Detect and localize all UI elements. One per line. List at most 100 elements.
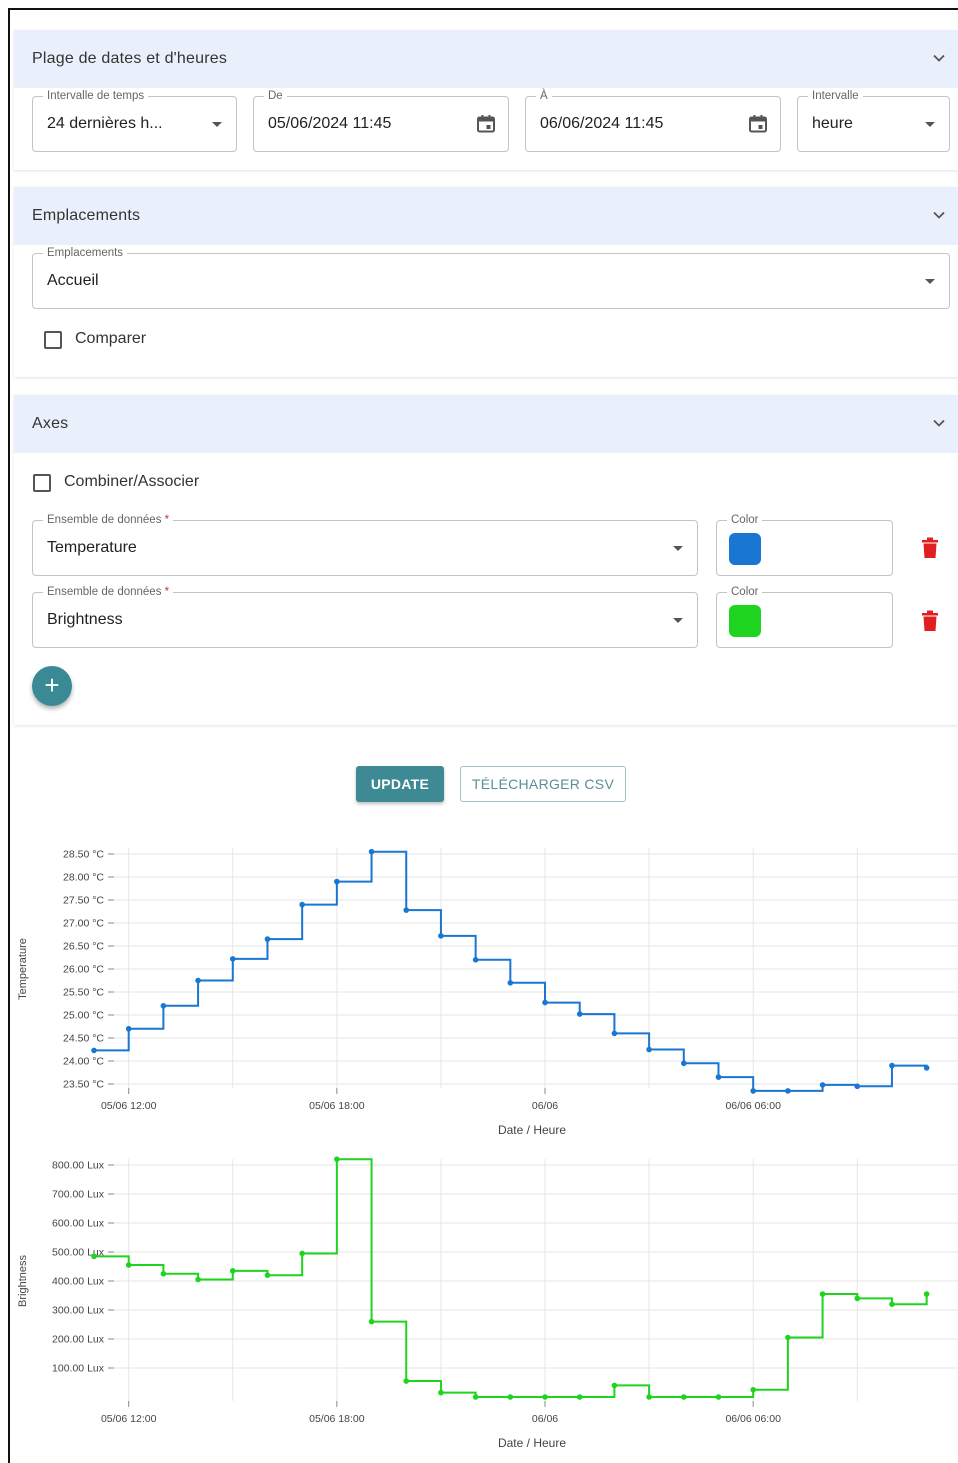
data-point bbox=[264, 936, 271, 942]
data-point bbox=[819, 1082, 826, 1088]
compare-checkbox[interactable] bbox=[44, 331, 62, 349]
y-tick-label: 100.00 Lux bbox=[52, 1363, 105, 1375]
data-point bbox=[403, 907, 410, 913]
calendar-icon[interactable] bbox=[748, 114, 768, 134]
combine-checkbox[interactable] bbox=[33, 474, 51, 492]
data-point bbox=[680, 1060, 687, 1067]
axes-panel-title: Axes bbox=[32, 415, 69, 432]
update-button[interactable]: UPDATE bbox=[356, 766, 444, 802]
time-range-value: 24 dernières h... bbox=[47, 115, 163, 132]
y-tick-label: 200.00 Lux bbox=[52, 1334, 105, 1346]
x-tick-label: 06/06 bbox=[532, 1413, 558, 1425]
temperature-chart: 23.50 °C 24.00 °C 24.50 °C 25.00 °C 25.50 °C… bbox=[17, 848, 958, 1137]
dataset-label: Ensemble de données * bbox=[43, 585, 174, 599]
y-axis-label: Brightness bbox=[17, 1255, 29, 1307]
locations-select[interactable]: Emplacements Accueil bbox=[32, 246, 950, 309]
data-point bbox=[229, 1268, 236, 1274]
brightness-chart: 100.00 Lux 200.00 Lux 300.00 Lux 400.00 Lux… bbox=[17, 1156, 958, 1450]
data-point bbox=[542, 1394, 548, 1400]
combine-label[interactable]: Combiner/Associer bbox=[64, 473, 199, 491]
download-csv-button[interactable]: TÉLÉCHARGER CSV bbox=[460, 766, 626, 802]
y-tick-label: 28.50 °C bbox=[63, 849, 104, 861]
data-point bbox=[334, 878, 340, 885]
x-tick-label: 06/06 06:00 bbox=[725, 1413, 781, 1425]
dataset-select-brightness[interactable]: Ensemble de données * Brightness bbox=[32, 585, 698, 648]
data-point bbox=[299, 1250, 305, 1257]
chevron-down-icon[interactable] bbox=[932, 51, 946, 65]
to-value: 06/06/2024 11:45 bbox=[540, 115, 664, 132]
dropdown-arrow-icon bbox=[925, 122, 935, 127]
data-point bbox=[923, 1291, 930, 1297]
datetime-panel-title: Plage de dates et d'heures bbox=[32, 50, 228, 67]
locations-value: Accueil bbox=[47, 272, 99, 289]
compare-label[interactable]: Comparer bbox=[75, 330, 146, 348]
data-point bbox=[507, 1394, 514, 1400]
dataset-select-temperature[interactable]: Ensemble de données * Temperature bbox=[32, 513, 698, 576]
data-point bbox=[923, 1065, 930, 1071]
chevron-down-icon[interactable] bbox=[932, 208, 946, 222]
delete-trash-icon[interactable] bbox=[921, 610, 939, 632]
from-datetime-input[interactable]: De 05/06/2024 11:45 bbox=[253, 89, 509, 152]
dropdown-arrow-icon bbox=[673, 546, 683, 551]
data-point bbox=[125, 1026, 132, 1032]
data-point bbox=[750, 1386, 756, 1393]
data-point bbox=[125, 1262, 132, 1268]
data-point bbox=[542, 999, 548, 1006]
y-tick-label: 26.00 °C bbox=[63, 964, 104, 976]
color-picker-brightness[interactable]: Color bbox=[716, 585, 893, 648]
color-swatch[interactable] bbox=[729, 533, 761, 565]
dataset-value: Temperature bbox=[47, 539, 137, 556]
chevron-down-icon[interactable] bbox=[932, 416, 946, 430]
dataset-value: Brightness bbox=[47, 611, 123, 628]
y-axis-label: Temperature bbox=[17, 938, 29, 1000]
from-label: De bbox=[264, 89, 287, 103]
y-tick-label: 600.00 Lux bbox=[52, 1218, 105, 1230]
x-tick-label: 05/06 18:00 bbox=[309, 1100, 365, 1112]
color-label: Color bbox=[727, 513, 763, 527]
data-point bbox=[299, 901, 305, 908]
add-dataset-button[interactable]: + bbox=[32, 666, 72, 706]
data-point bbox=[785, 1088, 791, 1094]
series-line bbox=[94, 1158, 928, 1398]
data-point bbox=[750, 1088, 756, 1094]
y-tick-label: 24.00 °C bbox=[63, 1056, 104, 1068]
y-tick-label: 28.00 °C bbox=[63, 872, 104, 884]
time-range-select[interactable]: Intervalle de temps 24 dernières h... bbox=[32, 89, 237, 152]
data-point bbox=[889, 1062, 895, 1069]
data-point bbox=[264, 1272, 271, 1278]
data-point bbox=[785, 1334, 791, 1341]
axes-panel-header[interactable]: Axes bbox=[14, 395, 958, 453]
data-point bbox=[403, 1378, 410, 1384]
y-tick-label: 700.00 Lux bbox=[52, 1189, 105, 1201]
x-tick-label: 05/06 18:00 bbox=[309, 1413, 365, 1425]
data-point bbox=[611, 1382, 618, 1389]
y-tick-label: 23.50 °C bbox=[63, 1079, 104, 1091]
data-point bbox=[91, 1047, 97, 1054]
data-point bbox=[819, 1291, 826, 1297]
data-point bbox=[160, 1270, 167, 1277]
calendar-icon[interactable] bbox=[476, 114, 496, 134]
data-point bbox=[91, 1253, 97, 1260]
y-tick-label: 27.00 °C bbox=[63, 918, 104, 930]
x-tick-label: 05/06 12:00 bbox=[101, 1413, 157, 1425]
color-swatch[interactable] bbox=[729, 605, 761, 637]
to-datetime-input[interactable]: À 06/06/2024 11:45 bbox=[525, 89, 781, 152]
data-point bbox=[889, 1301, 895, 1307]
color-picker-temperature[interactable]: Color bbox=[716, 513, 893, 576]
locations-panel-header[interactable]: Emplacements bbox=[14, 187, 958, 245]
delete-trash-icon[interactable] bbox=[921, 537, 939, 559]
axes-panel: Axes Combiner/Associer Ensemble de donné… bbox=[14, 395, 958, 725]
data-point bbox=[854, 1083, 861, 1090]
data-point bbox=[507, 980, 514, 986]
y-tick-label: 27.50 °C bbox=[63, 895, 104, 907]
interval-value: heure bbox=[812, 115, 853, 132]
data-point bbox=[854, 1295, 861, 1302]
datetime-panel-header[interactable]: Plage de dates et d'heures bbox=[14, 30, 958, 88]
interval-label: Intervalle bbox=[808, 89, 863, 103]
data-point bbox=[680, 1394, 687, 1400]
interval-select[interactable]: Intervalle heure bbox=[797, 89, 950, 152]
color-label: Color bbox=[727, 585, 763, 599]
data-point bbox=[334, 1156, 340, 1162]
dropdown-arrow-icon bbox=[673, 618, 683, 623]
data-point bbox=[576, 1011, 583, 1017]
